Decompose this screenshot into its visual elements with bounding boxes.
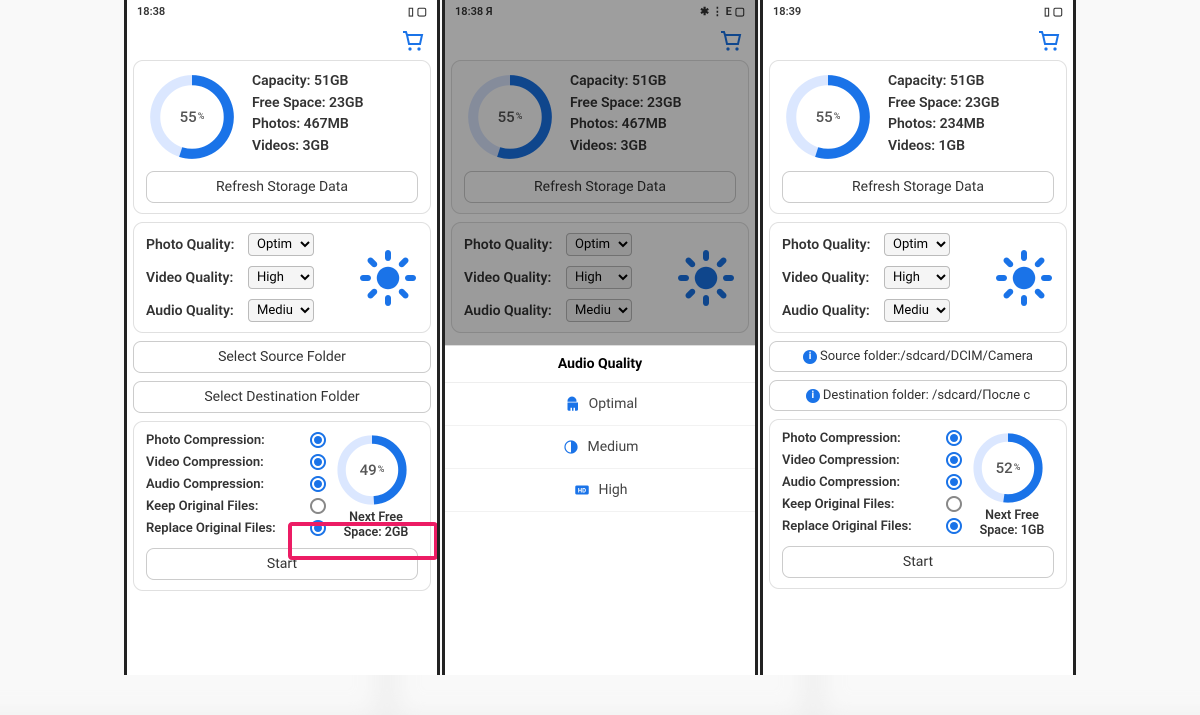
storage-stats: Capacity: 51GB Free Space: 23GB Photos: … bbox=[252, 71, 418, 158]
app-topbar bbox=[763, 22, 1073, 60]
keep-original-radio[interactable] bbox=[946, 496, 962, 512]
storage-donut: 55% bbox=[146, 71, 238, 163]
status-bar: 18:39 ▯ ▢ bbox=[763, 0, 1073, 22]
sheet-option-optimal[interactable]: Optimal bbox=[445, 383, 755, 426]
compression-card: Photo Compression: Video Compression: Au… bbox=[133, 421, 431, 591]
next-free-space-label: Next Free Space: 2GB bbox=[334, 510, 418, 540]
quality-card: Photo Quality:Optim Video Quality:High A… bbox=[133, 222, 431, 333]
storage-card: 55% Capacity: 51GB Free Space: 23GB Phot… bbox=[133, 60, 431, 214]
half-brightness-icon bbox=[562, 438, 580, 456]
hd-icon: HD bbox=[573, 481, 591, 499]
keep-original-radio[interactable] bbox=[310, 498, 326, 514]
source-folder-info[interactable]: iSource folder:/sdcard/DCIM/Camera bbox=[769, 341, 1067, 372]
audio-compression-radio[interactable] bbox=[310, 476, 326, 492]
status-time: 18:38 bbox=[137, 5, 165, 18]
destination-folder-info[interactable]: iDestination folder: /sdcard/После с bbox=[769, 380, 1067, 411]
compression-card: Photo Compression: Video Compression: Au… bbox=[769, 419, 1067, 589]
replace-original-radio[interactable] bbox=[946, 518, 962, 534]
brightness-icon[interactable] bbox=[358, 248, 418, 308]
audio-quality-sheet: Audio Quality Optimal Medium HD High bbox=[445, 345, 755, 675]
sheet-title: Audio Quality bbox=[445, 346, 755, 383]
sheet-option-medium[interactable]: Medium bbox=[445, 426, 755, 469]
predicted-donut: 52% bbox=[970, 430, 1046, 506]
photo-quality-select[interactable]: Optim bbox=[884, 233, 950, 256]
video-quality-select[interactable]: High bbox=[884, 266, 950, 289]
status-time: 18:39 bbox=[773, 5, 801, 18]
video-compression-radio[interactable] bbox=[310, 454, 326, 470]
cart-icon[interactable] bbox=[1037, 29, 1061, 53]
status-bar: 18:38 ▯ ▢ bbox=[127, 0, 437, 22]
sheet-option-high[interactable]: HD High bbox=[445, 469, 755, 512]
select-destination-folder-button[interactable]: Select Destination Folder bbox=[133, 381, 431, 413]
start-button[interactable]: Start bbox=[782, 546, 1054, 578]
audio-quality-select[interactable]: Mediu bbox=[884, 299, 950, 322]
next-free-space-label: Next Free Space: 1GB bbox=[970, 508, 1054, 538]
app-topbar bbox=[127, 22, 437, 60]
audio-quality-select[interactable]: Mediu bbox=[248, 299, 314, 322]
predicted-donut: 49% bbox=[334, 432, 410, 508]
screenshot-2: 18:38 Я ✱ ⋮ E ▢ 55% Capacity: 51GB Free … bbox=[442, 0, 758, 675]
replace-original-radio[interactable] bbox=[310, 520, 326, 536]
status-icons: ▯ ▢ bbox=[1044, 5, 1063, 18]
svg-text:HD: HD bbox=[577, 487, 585, 494]
photo-compression-radio[interactable] bbox=[310, 432, 326, 448]
start-button[interactable]: Start bbox=[146, 548, 418, 580]
audio-compression-radio[interactable] bbox=[946, 474, 962, 490]
android-icon bbox=[563, 395, 581, 413]
storage-donut: 55% bbox=[782, 71, 874, 163]
photo-compression-radio[interactable] bbox=[946, 430, 962, 446]
storage-card: 55% Capacity: 51GB Free Space: 23GB Phot… bbox=[769, 60, 1067, 214]
quality-card: Photo Quality:Optim Video Quality:High A… bbox=[769, 222, 1067, 333]
info-icon: i bbox=[806, 389, 820, 403]
refresh-storage-button[interactable]: Refresh Storage Data bbox=[146, 171, 418, 203]
photo-quality-select[interactable]: Optim bbox=[248, 233, 314, 256]
brightness-icon[interactable] bbox=[994, 248, 1054, 308]
cart-icon[interactable] bbox=[401, 29, 425, 53]
folder-buttons: Select Source Folder Select Destination … bbox=[133, 341, 431, 413]
status-icons: ▯ ▢ bbox=[408, 5, 427, 18]
refresh-storage-button[interactable]: Refresh Storage Data bbox=[782, 171, 1054, 203]
video-compression-radio[interactable] bbox=[946, 452, 962, 468]
info-icon: i bbox=[803, 350, 817, 364]
screenshot-3: 18:39 ▯ ▢ 55% Capacity: 51GB Free Space:… bbox=[760, 0, 1076, 675]
screenshot-1: 18:38 ▯ ▢ 55% Capacity: 51GB Free Space:… bbox=[124, 0, 440, 675]
select-source-folder-button[interactable]: Select Source Folder bbox=[133, 341, 431, 373]
video-quality-select[interactable]: High bbox=[248, 266, 314, 289]
folder-paths: iSource folder:/sdcard/DCIM/Camera iDest… bbox=[769, 341, 1067, 411]
